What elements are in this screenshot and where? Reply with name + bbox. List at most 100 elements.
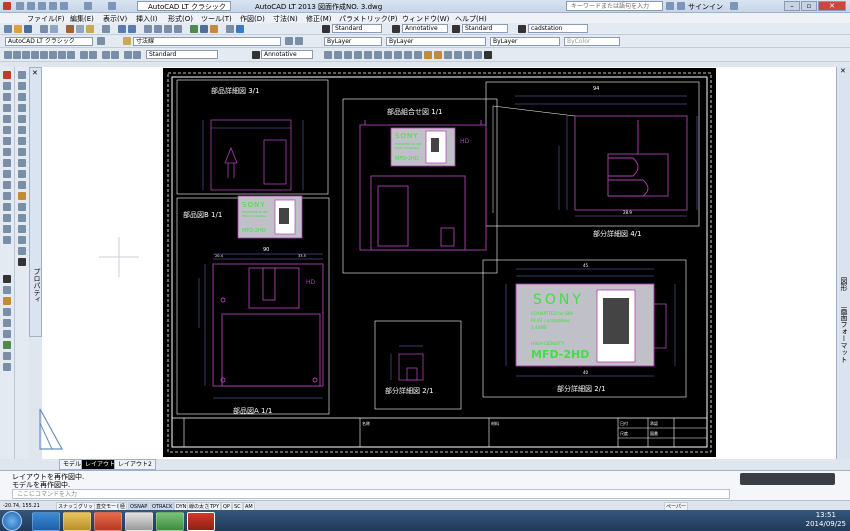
- rectangle-side-icon[interactable]: [18, 115, 26, 123]
- offset-icon[interactable]: [3, 104, 11, 112]
- spline-icon[interactable]: [404, 51, 412, 59]
- properties-palette[interactable]: ✕ プロパティ: [29, 67, 42, 337]
- tab-layout2[interactable]: レイアウト2: [114, 459, 156, 470]
- qat-new-icon[interactable]: [16, 2, 24, 10]
- ellipse-arc-side-icon[interactable]: [18, 181, 26, 189]
- center-mark-icon[interactable]: [111, 51, 119, 59]
- app-menu-icon[interactable]: [3, 2, 11, 10]
- circle-side-icon[interactable]: [18, 137, 26, 145]
- anno-scale-combo[interactable]: Annotative: [261, 50, 313, 59]
- polygon-icon[interactable]: [354, 51, 362, 59]
- table-side-icon[interactable]: [18, 247, 26, 255]
- redo-icon[interactable]: [128, 25, 136, 33]
- measure-icon[interactable]: [3, 319, 11, 327]
- arc-length-icon[interactable]: [22, 51, 30, 59]
- gradient-side-icon[interactable]: [18, 225, 26, 233]
- break-icon[interactable]: [3, 192, 11, 200]
- dim-edit-icon[interactable]: [124, 51, 132, 59]
- ie-icon[interactable]: [32, 512, 60, 531]
- chrome-icon[interactable]: [125, 512, 153, 531]
- erase-icon[interactable]: [3, 71, 11, 79]
- preview-icon[interactable]: [50, 25, 58, 33]
- join-icon[interactable]: [3, 203, 11, 211]
- open-icon[interactable]: [14, 25, 22, 33]
- close-button[interactable]: ✕: [818, 1, 846, 11]
- cut-icon[interactable]: [66, 25, 74, 33]
- qat-plot-icon[interactable]: [60, 2, 68, 10]
- media-player-icon[interactable]: [94, 512, 122, 531]
- properties-icon[interactable]: [190, 25, 198, 33]
- area-icon[interactable]: [3, 330, 11, 338]
- id-icon[interactable]: [3, 363, 11, 371]
- mtext-side-icon[interactable]: [18, 258, 26, 266]
- move-icon[interactable]: [3, 126, 11, 134]
- rectangle-icon[interactable]: [364, 51, 372, 59]
- search-icon[interactable]: [666, 2, 674, 10]
- designcenter-icon[interactable]: [200, 25, 208, 33]
- attdef-icon[interactable]: [3, 297, 11, 305]
- clock[interactable]: 13:51 2014/09/25: [806, 511, 846, 529]
- block-side-icon[interactable]: [18, 192, 26, 200]
- mtext-icon[interactable]: [484, 51, 492, 59]
- signin-button[interactable]: サインイン: [688, 2, 723, 12]
- jogged-dim-icon[interactable]: [49, 51, 57, 59]
- toolpalette-icon[interactable]: [210, 25, 218, 33]
- minimize-button[interactable]: –: [784, 1, 800, 11]
- color-combo[interactable]: ByLayer: [324, 37, 382, 46]
- copy-object-icon[interactable]: [3, 82, 11, 90]
- dim-text-edit-icon[interactable]: [133, 51, 141, 59]
- revcloud-icon[interactable]: [394, 51, 402, 59]
- extend-icon[interactable]: [3, 181, 11, 189]
- linear-dim-icon[interactable]: [4, 51, 12, 59]
- tolerance-icon[interactable]: [102, 51, 110, 59]
- dim-style-combo-2[interactable]: Standard: [146, 50, 218, 59]
- mirror-icon[interactable]: [3, 93, 11, 101]
- scale-icon[interactable]: [3, 148, 11, 156]
- command-input[interactable]: ここにコマンドを入力: [12, 489, 730, 499]
- ellipse-icon[interactable]: [414, 51, 422, 59]
- plotstyle-combo[interactable]: ByColor: [564, 37, 620, 46]
- pan-icon[interactable]: [144, 25, 152, 33]
- trim-icon[interactable]: [3, 170, 11, 178]
- linetype-combo[interactable]: ByLayer: [386, 37, 486, 46]
- text-tool-icon[interactable]: [3, 275, 11, 283]
- stretch-icon[interactable]: [3, 159, 11, 167]
- print-icon[interactable]: [40, 25, 48, 33]
- chamfer-icon[interactable]: [3, 214, 11, 222]
- rotate-icon[interactable]: [3, 137, 11, 145]
- start-button[interactable]: [2, 511, 22, 531]
- region-side-icon[interactable]: [18, 236, 26, 244]
- zoom-window-icon[interactable]: [164, 25, 172, 33]
- zoom-icon[interactable]: [154, 25, 162, 33]
- workspace-dropdown[interactable]: AutoCAD LT クラシック: [137, 1, 231, 11]
- make-current-layer-icon[interactable]: [285, 37, 293, 45]
- new-icon[interactable]: [4, 25, 12, 33]
- workspace-settings-icon[interactable]: [97, 37, 105, 45]
- paper-sheet[interactable]: 名称 材料 日付 承認 尺度 図番 部品詳細図 3/1 SONY FORMATT…: [163, 68, 716, 457]
- arc-side-icon[interactable]: [18, 126, 26, 134]
- array-icon[interactable]: [3, 115, 11, 123]
- polygon-side-icon[interactable]: [18, 104, 26, 112]
- ordinate-dim-icon[interactable]: [31, 51, 39, 59]
- help-toolbar-icon[interactable]: [236, 25, 244, 33]
- gradient-icon[interactable]: [454, 51, 462, 59]
- aligned-dim-icon[interactable]: [13, 51, 21, 59]
- fillet-icon[interactable]: [3, 225, 11, 233]
- dim-style-combo[interactable]: Standard: [462, 24, 508, 33]
- close-icon[interactable]: ✕: [32, 69, 38, 77]
- layer-previous-icon[interactable]: [295, 37, 303, 45]
- circle-icon[interactable]: [384, 51, 392, 59]
- line-side-icon[interactable]: [18, 71, 26, 79]
- draworder-icon[interactable]: [3, 308, 11, 316]
- save-icon[interactable]: [24, 25, 32, 33]
- make-block-icon[interactable]: [434, 51, 442, 59]
- radius-dim-icon[interactable]: [40, 51, 48, 59]
- layer-tool-icon[interactable]: [3, 341, 11, 349]
- polyline-icon[interactable]: [344, 51, 352, 59]
- undo-icon[interactable]: [118, 25, 126, 33]
- mleader-style-combo[interactable]: cadstation: [528, 24, 588, 33]
- construction-line-icon[interactable]: [18, 82, 26, 90]
- search-input[interactable]: キーワードまたは語句を入力: [566, 1, 663, 11]
- spline-side-icon[interactable]: [18, 159, 26, 167]
- copy-icon[interactable]: [76, 25, 84, 33]
